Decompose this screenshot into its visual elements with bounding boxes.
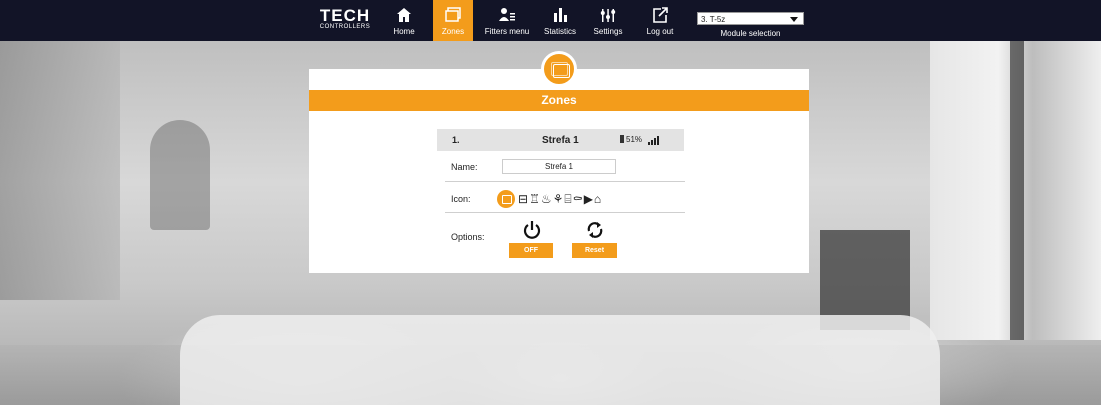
off-button[interactable]: OFF <box>509 243 553 258</box>
zone-name-input[interactable] <box>502 159 616 174</box>
chevron-down-icon <box>790 17 798 22</box>
zone-header-row: 1. Strefa 1 51% <box>437 129 684 151</box>
zone-number: 1. <box>452 135 460 145</box>
nav-zones-label: Zones <box>441 27 465 36</box>
fitters-icon <box>482 6 532 26</box>
icon-label: Icon: <box>451 194 471 204</box>
power-icon <box>523 221 541 239</box>
zones-badge-icon <box>541 51 577 87</box>
nav-home[interactable]: Home <box>384 0 424 41</box>
battery-icon <box>620 135 624 143</box>
logo-text: TECH <box>319 6 371 25</box>
nav-logout-label: Log out <box>646 27 674 36</box>
icon-picker: ⊟ ♖ ♨ ⚘ ⌸ ⚰ ▶ ⌂ <box>497 189 602 209</box>
nav-logout[interactable]: Log out <box>640 0 680 41</box>
bath-icon[interactable]: ♨ <box>541 192 552 206</box>
logout-icon <box>640 6 680 26</box>
nav-home-label: Home <box>393 27 415 36</box>
tech-logo: TECH CONTROLLERS <box>318 6 372 30</box>
reset-button[interactable]: Reset <box>572 243 617 258</box>
zones-icon <box>433 6 473 26</box>
door-icon[interactable]: ▶ <box>584 192 593 206</box>
zone-icon-selected[interactable] <box>497 190 515 208</box>
divider <box>445 212 685 213</box>
logo-subtext: CONTROLLERS <box>319 24 371 30</box>
nav-zones[interactable]: Zones <box>433 0 473 41</box>
module-select-dropdown[interactable]: 3. T-5z <box>697 12 804 25</box>
kids-icon[interactable]: ⚘ <box>553 192 564 206</box>
house-icon[interactable]: ⌂ <box>594 192 601 206</box>
nav-statistics-label: Statistics <box>543 27 576 36</box>
options-label: Options: <box>451 232 485 242</box>
sofa-icon[interactable]: ⌸ <box>564 192 571 206</box>
home-icon <box>384 6 424 26</box>
nav-settings[interactable]: Settings <box>588 0 628 41</box>
signal-icon <box>648 136 660 145</box>
nav-settings-label: Settings <box>593 27 623 36</box>
nav-fitters-label: Fitters menu <box>484 27 530 36</box>
chair-icon[interactable]: ♖ <box>529 192 540 206</box>
divider <box>445 181 685 182</box>
statistics-icon <box>538 6 582 26</box>
nav-statistics[interactable]: Statistics <box>538 0 582 41</box>
module-selection-label: Module selection <box>720 29 781 38</box>
bed-icon[interactable]: ⊟ <box>518 192 528 206</box>
module-select-value: 3. T-5z <box>701 15 726 24</box>
battery-level: 51% <box>626 135 643 144</box>
panel-title: Zones <box>309 90 809 111</box>
settings-icon <box>588 6 628 26</box>
zone-status: 51% <box>620 135 660 145</box>
name-label: Name: <box>451 162 478 172</box>
zone-name: Strefa 1 <box>542 135 579 146</box>
lamp-icon[interactable]: ⚰ <box>573 192 583 206</box>
top-navigation-bar: TECH CONTROLLERS Home Zones Fitters menu… <box>0 0 1101 41</box>
reset-icon <box>587 222 603 238</box>
nav-fitters-menu[interactable]: Fitters menu <box>482 0 532 41</box>
